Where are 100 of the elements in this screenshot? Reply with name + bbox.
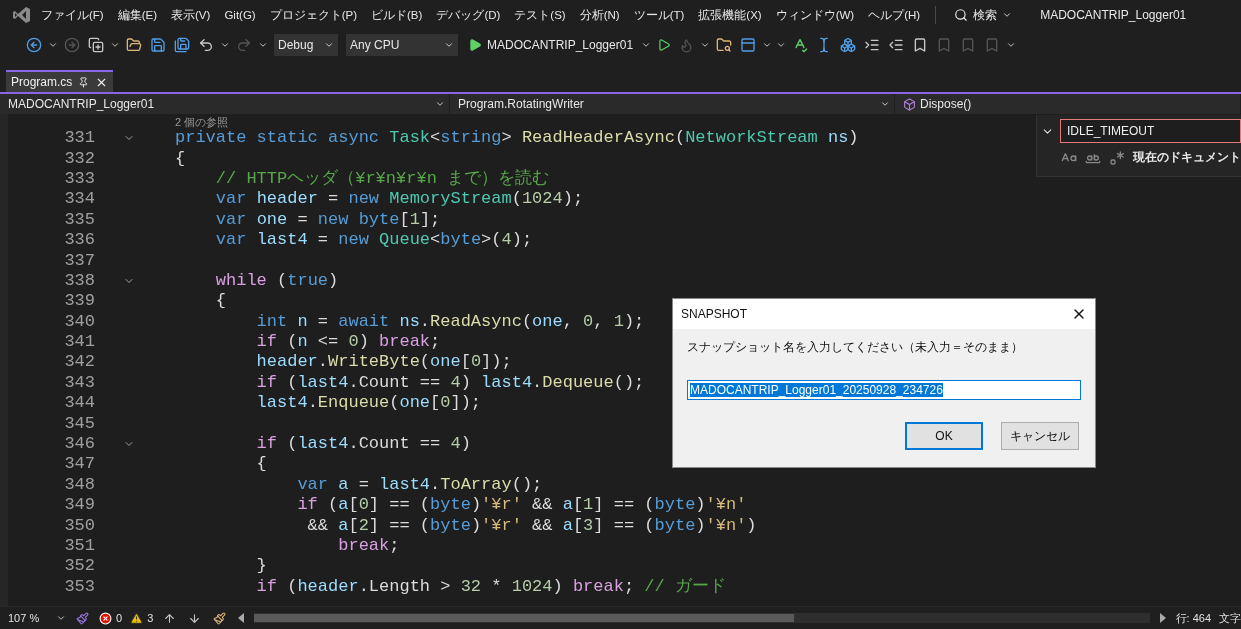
code-line: last4.Enqueue(one[0]); <box>255 393 482 414</box>
code-line: int n = await ns.ReadAsync(one, 0, 1); <box>255 311 645 332</box>
menu-item[interactable]: ツール(T) <box>626 7 692 23</box>
save-icon[interactable] <box>148 37 168 53</box>
code-line: var last4 = new Queue<byte>(4); <box>214 230 533 251</box>
code-line: header.WriteByte(one[0]); <box>255 352 512 373</box>
dialog-title: SNAPSHOT <box>681 307 747 321</box>
code-line: var one = new byte[1]; <box>214 209 441 230</box>
code-line: var header = new MemoryStream(1024); <box>214 189 584 210</box>
line-number: 348 <box>63 474 95 495</box>
code-line: && a[2] == (byte)'¥r' && a[3] == (byte)'¥n') <box>306 515 757 536</box>
menu-item[interactable]: ビルド(B) <box>364 7 430 23</box>
dialog-message: スナップショット名を入力してください（未入力＝そのまま） <box>687 339 1024 356</box>
menu-item[interactable]: 編集(E) <box>110 7 165 23</box>
code-line: { <box>175 148 186 169</box>
find-input[interactable]: IDLE_TIMEOUT <box>1060 119 1241 143</box>
caret-icon <box>48 40 58 50</box>
menu-item[interactable]: ファイル(F) <box>34 7 111 23</box>
menu-item[interactable]: ヘルプ(H) <box>861 7 928 23</box>
line-number: 342 <box>63 352 95 373</box>
caret-icon <box>762 40 773 50</box>
code-line: if (header.Length > 32 * 1024) break; // ガード <box>255 576 726 597</box>
menu-item[interactable]: デバッグ(D) <box>429 7 508 23</box>
line-number: 335 <box>63 209 95 230</box>
line-number: 333 <box>63 168 95 189</box>
caret-icon <box>444 40 454 50</box>
error-icon <box>99 611 112 625</box>
caret-icon <box>776 40 787 50</box>
code-line: { <box>214 291 226 312</box>
line-number: 343 <box>63 372 95 393</box>
scroll-right-icon[interactable] <box>1157 613 1168 623</box>
warning-icon <box>130 611 144 625</box>
cancel-button[interactable]: キャンセル <box>1001 422 1079 450</box>
line-number: 349 <box>63 495 95 516</box>
line-number: 347 <box>63 454 95 475</box>
caret-icon <box>258 40 268 50</box>
code-line: while (true) <box>214 270 339 291</box>
menu-item[interactable]: 分析(N) <box>572 7 627 23</box>
code-line: } <box>255 556 267 577</box>
window-title: MADOCANTRIP_Logger01 <box>1040 8 1187 22</box>
code-line: var a = last4.ToArray(); <box>296 474 543 495</box>
caret-icon <box>220 40 230 50</box>
menu-item[interactable]: 表示(V) <box>164 7 218 23</box>
menu-item[interactable]: テスト(S) <box>507 7 573 23</box>
back-icon[interactable] <box>24 37 44 53</box>
save-all-icon[interactable] <box>172 37 192 53</box>
brush-icon[interactable] <box>211 611 229 625</box>
caret-icon <box>324 40 334 50</box>
caret-icon <box>110 40 120 50</box>
snapshot-name-field[interactable]: MADOCANTRIP_Logger01_20250928_234726 <box>687 380 1081 400</box>
code-line: if (a[0] == (byte)'¥r' && a[1] == (byte)'¥n' <box>296 495 747 516</box>
caret-icon <box>641 40 652 50</box>
line-number: 331 <box>63 128 95 149</box>
code-line: break; <box>337 536 400 556</box>
search-icon <box>954 8 969 22</box>
line-number: 340 <box>63 311 95 332</box>
line-number: 344 <box>63 393 95 414</box>
pin-icon[interactable] <box>78 76 90 88</box>
play-icon <box>468 38 482 52</box>
caret-icon <box>700 40 711 50</box>
warning-count[interactable]: 3 <box>130 611 154 625</box>
caret-icon <box>1006 40 1017 50</box>
line-indicator[interactable]: 行: 464 <box>1175 610 1211 626</box>
file-tab[interactable]: Program.cs <box>6 70 114 92</box>
folder-icon[interactable] <box>124 37 144 53</box>
scroll-left-icon[interactable] <box>236 613 247 623</box>
regex-icon[interactable] <box>1109 149 1125 166</box>
line-number: 351 <box>63 536 95 556</box>
new-item-icon[interactable] <box>86 37 106 53</box>
reference-count[interactable]: 2 個の参照 <box>175 116 229 128</box>
menu-item[interactable]: Git(G) <box>217 9 263 21</box>
line-number: 352 <box>63 556 95 577</box>
line-number: 337 <box>63 250 95 271</box>
caret-icon <box>56 613 66 623</box>
line-number: 345 <box>63 413 95 434</box>
code-line: { <box>255 454 267 475</box>
caret-icon <box>880 99 890 109</box>
menu-item[interactable]: 拡張機能(X) <box>691 7 769 23</box>
line-number: 353 <box>63 576 95 597</box>
search-scope[interactable]: 現在のドキュメント <box>1133 149 1241 166</box>
line-number: 346 <box>63 434 95 455</box>
configuration-dropdown[interactable]: Debug <box>274 34 338 56</box>
error-count[interactable]: 0 <box>99 611 123 625</box>
line-number: 350 <box>63 515 95 536</box>
search-button[interactable]: 検索 <box>944 6 1023 24</box>
line-number: 332 <box>63 148 95 169</box>
platform-dropdown[interactable]: Any CPU <box>346 34 458 56</box>
horizontal-scrollbar[interactable] <box>254 613 1150 623</box>
code-line: if (last4.Count == 4) <box>255 434 471 455</box>
menu-item[interactable]: プロジェクト(P) <box>262 7 365 23</box>
line-number: 339 <box>63 291 95 312</box>
column-indicator[interactable]: 文字 <box>1219 610 1241 626</box>
code-line: if (last4.Count == 4) last4.Dequeue(); <box>255 372 645 393</box>
ok-button[interactable]: OK <box>905 422 983 450</box>
menu-item[interactable]: ウィンドウ(W) <box>768 7 862 23</box>
start-button[interactable]: MADOCANTRIP_Logger01 <box>464 38 638 52</box>
zoom-dropdown[interactable]: 107 % <box>8 612 66 624</box>
cube-icon <box>903 97 916 111</box>
line-number: 334 <box>63 189 95 210</box>
code-line: if (n <= 0) break; <box>255 332 441 353</box>
